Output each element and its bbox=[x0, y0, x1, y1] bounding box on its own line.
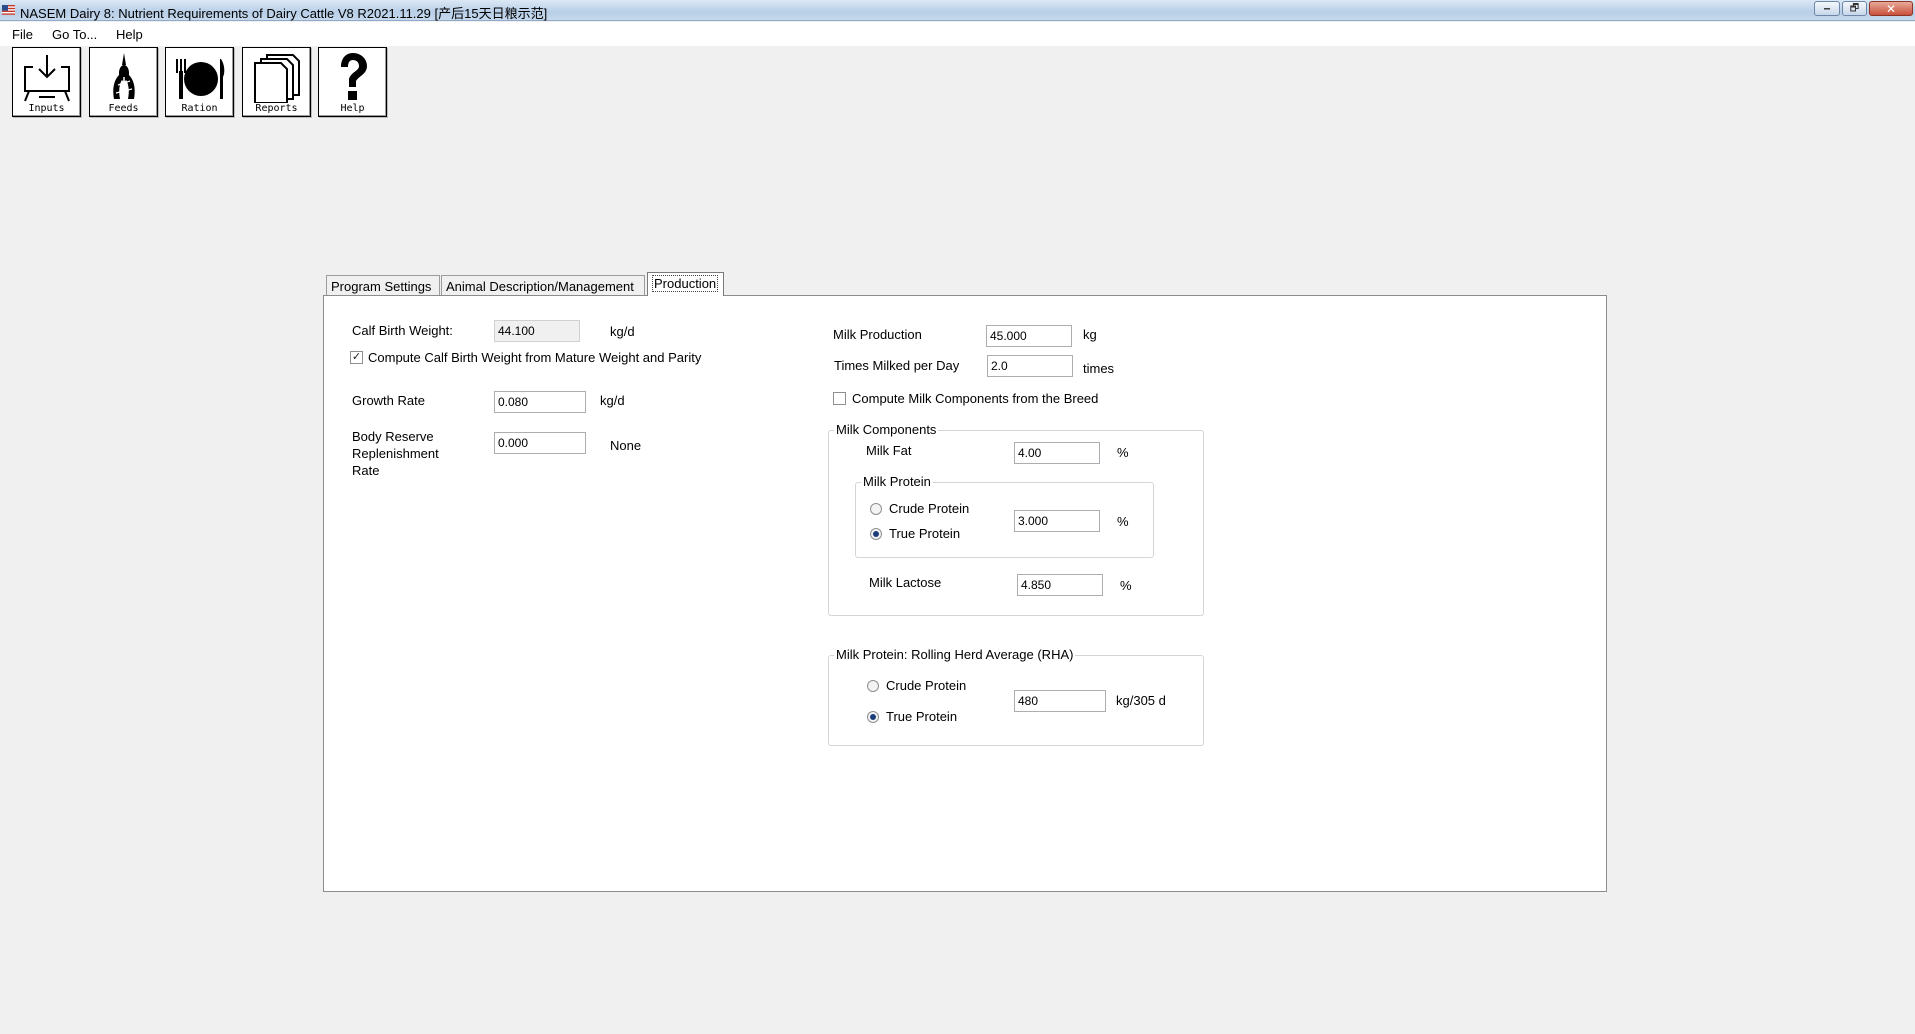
crude-protein-label: Crude Protein bbox=[889, 501, 970, 516]
rha-unit: kg/305 d bbox=[1116, 693, 1166, 708]
growth-rate-label: Growth Rate bbox=[352, 393, 425, 408]
milk-lactose-unit: % bbox=[1120, 578, 1132, 593]
rha-title: Milk Protein: Rolling Herd Average (RHA) bbox=[834, 647, 1076, 662]
ration-button[interactable]: Ration bbox=[165, 47, 234, 117]
tab-production-label: Production bbox=[652, 275, 719, 292]
rha-input[interactable]: 480 bbox=[1014, 690, 1106, 712]
reports-label: Reports bbox=[255, 103, 298, 114]
milk-protein-unit: % bbox=[1117, 514, 1129, 529]
body-reserve-label-line3: Rate bbox=[352, 463, 380, 478]
milk-protein-group bbox=[855, 482, 1154, 558]
close-icon: ✕ bbox=[1885, 1, 1897, 16]
body-reserve-input[interactable]: 0.000 bbox=[494, 432, 586, 454]
tab-program-settings[interactable]: Program Settings bbox=[326, 275, 440, 296]
reports-button[interactable]: Reports bbox=[242, 47, 311, 117]
milk-fat-unit: % bbox=[1117, 445, 1129, 460]
close-button[interactable]: ✕ bbox=[1869, 1, 1913, 16]
milk-protein-input[interactable]: 3.000 bbox=[1014, 510, 1100, 532]
milk-production-label: Milk Production bbox=[833, 327, 922, 342]
inputs-icon bbox=[24, 55, 70, 102]
help-label: Help bbox=[340, 103, 365, 114]
growth-rate-unit: kg/d bbox=[600, 393, 625, 408]
times-milked-input[interactable]: 2.0 bbox=[987, 355, 1073, 377]
window-title: NASEM Dairy 8: Nutrient Requirements of … bbox=[20, 6, 548, 21]
production-panel: Calf Birth Weight: 44.100 kg/d ✓ Compute… bbox=[323, 295, 1607, 892]
tab-animal-description[interactable]: Animal Description/Management bbox=[441, 275, 645, 296]
true-protein-label: True Protein bbox=[889, 526, 961, 541]
menu-goto[interactable]: Go To... bbox=[52, 27, 97, 42]
milk-lactose-label: Milk Lactose bbox=[869, 575, 942, 590]
reports-pages-icon bbox=[254, 54, 300, 103]
minimize-button[interactable]: 🗕 bbox=[1814, 1, 1840, 16]
calf-birth-weight-label: Calf Birth Weight: bbox=[352, 323, 453, 338]
calf-birth-weight-input[interactable]: 44.100 bbox=[494, 320, 580, 342]
compute-calf-birth-weight-label: Compute Calf Birth Weight from Mature We… bbox=[368, 350, 702, 365]
help-button[interactable]: Help bbox=[318, 47, 387, 117]
milk-production-input[interactable]: 45.000 bbox=[986, 325, 1072, 347]
feeds-button[interactable]: Feeds bbox=[89, 47, 158, 117]
body-reserve-label-line2: Replenishment bbox=[352, 446, 439, 461]
milk-components-title: Milk Components bbox=[834, 422, 939, 437]
help-question-icon bbox=[341, 53, 367, 100]
restore-button[interactable]: 🗗 bbox=[1842, 1, 1867, 16]
crude-protein-radio[interactable] bbox=[870, 503, 882, 515]
title-bar: NASEM Dairy 8: Nutrient Requirements of … bbox=[0, 0, 1915, 21]
milk-fat-input[interactable]: 4.00 bbox=[1014, 442, 1100, 464]
rha-true-protein-radio[interactable] bbox=[867, 711, 879, 723]
true-protein-radio[interactable] bbox=[870, 528, 882, 540]
body-reserve-unit: None bbox=[610, 438, 642, 453]
menu-help[interactable]: Help bbox=[116, 27, 143, 42]
rha-crude-protein-radio[interactable] bbox=[867, 680, 879, 692]
menu-bar: File Go To... Help bbox=[0, 22, 1915, 46]
times-milked-unit: times bbox=[1083, 361, 1115, 376]
compute-milk-components-checkbox[interactable] bbox=[833, 392, 846, 405]
ration-label: Ration bbox=[181, 103, 218, 114]
compute-calf-birth-weight-checkbox[interactable]: ✓ bbox=[350, 351, 363, 364]
calf-birth-weight-unit: kg/d bbox=[610, 324, 635, 339]
inputs-button[interactable]: Inputs bbox=[12, 47, 81, 117]
rha-crude-protein-label: Crude Protein bbox=[886, 678, 967, 693]
feeds-label: Feeds bbox=[108, 103, 139, 114]
minimize-icon: 🗕 bbox=[1823, 2, 1831, 14]
feeds-corn-icon bbox=[113, 53, 135, 101]
body-reserve-label-line1: Body Reserve bbox=[352, 429, 434, 444]
growth-rate-input[interactable]: 0.080 bbox=[494, 391, 586, 413]
milk-production-unit: kg bbox=[1083, 327, 1097, 342]
ration-plate-icon bbox=[176, 59, 225, 99]
rha-true-protein-label: True Protein bbox=[886, 709, 958, 724]
milk-lactose-input[interactable]: 4.850 bbox=[1017, 574, 1103, 596]
menu-file[interactable]: File bbox=[12, 27, 33, 42]
milk-protein-title: Milk Protein bbox=[861, 474, 933, 489]
tab-production[interactable]: Production bbox=[647, 272, 724, 296]
compute-milk-components-label: Compute Milk Components from the Breed bbox=[852, 391, 1099, 406]
restore-icon: 🗗 bbox=[1849, 2, 1860, 14]
times-milked-label: Times Milked per Day bbox=[834, 358, 960, 373]
inputs-label: Inputs bbox=[28, 103, 65, 114]
app-flag-icon bbox=[2, 5, 15, 15]
milk-fat-label: Milk Fat bbox=[866, 443, 912, 458]
